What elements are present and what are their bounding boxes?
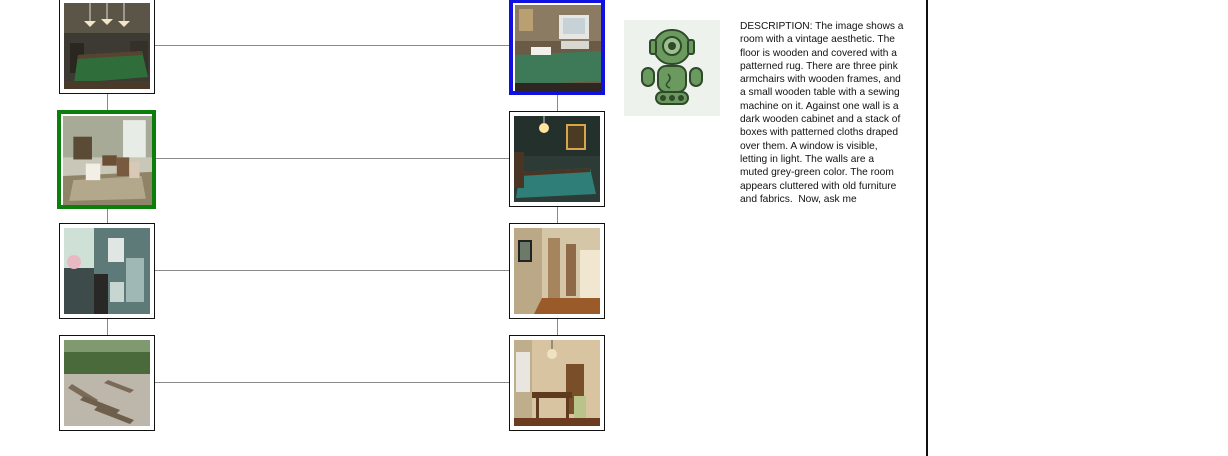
connector-left-1 — [107, 94, 108, 110]
robot-avatar — [624, 20, 720, 116]
connector-row-3 — [155, 270, 510, 271]
dark-pool-room-image — [514, 116, 600, 202]
assistant-description: DESCRIPTION: The image shows a room with… — [740, 21, 907, 205]
image-thumbnail[interactable] — [59, 0, 155, 94]
image-thumbnail[interactable] — [509, 111, 605, 207]
dining-room-image — [514, 340, 600, 426]
hallway-image — [514, 228, 600, 314]
image-thumbnail[interactable] — [59, 335, 155, 431]
connector-left-3 — [107, 318, 108, 336]
connector-row-4 — [155, 382, 510, 383]
connector-row-2 — [155, 158, 510, 159]
connector-row-1 — [155, 45, 510, 46]
patio-image — [64, 340, 150, 426]
connector-left-2 — [107, 207, 108, 224]
image-thumbnail-selected[interactable] — [57, 110, 156, 209]
robot-icon — [624, 20, 720, 116]
connector-right-2 — [557, 206, 558, 224]
image-thumbnail[interactable] — [509, 223, 605, 319]
image-thumbnail-selected[interactable] — [509, 0, 605, 95]
vintage-room-image — [63, 116, 152, 205]
image-thumbnail[interactable] — [59, 223, 155, 319]
panel-divider — [926, 0, 928, 456]
study-computer-image — [515, 5, 601, 91]
billiard-room-image — [64, 3, 150, 89]
connector-right-1 — [557, 94, 558, 112]
kitchen-image — [64, 228, 150, 314]
image-thumbnail[interactable] — [509, 335, 605, 431]
connector-right-3 — [557, 318, 558, 336]
